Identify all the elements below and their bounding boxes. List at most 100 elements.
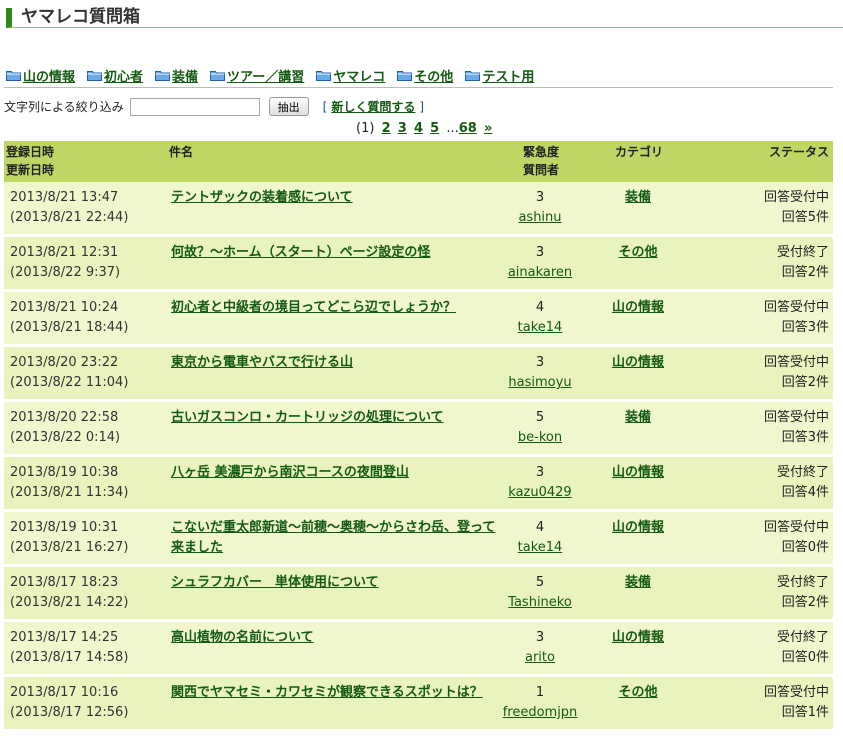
created-date: 2013/8/21 12:31 [10,245,119,260]
header-urgency: 緊急度 [522,145,559,159]
asker-link[interactable]: freedomjpn [503,705,578,720]
category-link[interactable]: ツアー／講習 [210,66,304,85]
urgency-asker-cell: 5 Tashineko [500,565,580,622]
urgency-asker-cell: 5 be-kon [500,400,580,457]
status-cell: 受付終了 回答2件 [696,235,833,292]
question-title-link[interactable]: 関西でヤマセミ・カワセミが観察できるスポットは？ [167,683,483,703]
updated-date: (2013/8/21 11:34) [10,485,129,500]
filter-input[interactable] [129,97,260,116]
answer-count: 回答0件 [781,540,829,555]
category-link[interactable]: 山の情報 [612,355,664,370]
category-link[interactable]: 装備 [155,66,198,85]
category-label: ツアー／講習 [227,70,305,85]
question-title-link[interactable]: テントザックの装着感について [167,188,353,208]
status-text: 回答受付中 [763,190,829,205]
answer-count: 回答1件 [781,705,829,720]
header-created: 登録日時 [6,145,55,159]
category-link[interactable]: テスト用 [465,66,534,85]
status-cell: 受付終了 回答2件 [696,565,833,622]
urgency-asker-cell: 3 hasimoyu [500,345,580,402]
filter-label: 文字列による絞り込み [4,100,124,114]
page-link-5[interactable]: 5 [430,121,439,136]
date-cell: 2013/8/21 13:47 (2013/8/21 22:44) [4,182,167,237]
folder-icon [397,71,413,81]
next-page-link[interactable]: » [484,121,492,136]
category-link[interactable]: ヤマレコ [316,66,385,85]
updated-date: (2013/8/22 11:04) [10,375,129,390]
status-cell: 受付終了回答4件 [696,455,833,512]
question-title-link[interactable]: 古いガスコンロ・カートリッジの処理について [167,408,444,428]
asker-link[interactable]: arito [525,650,555,665]
table-row: 2013/8/20 23:22 (2013/8/22 11:04) 東京から電車やバ… [4,345,833,402]
category-link[interactable]: 装備 [625,410,651,425]
asker-link[interactable]: kazu0429 [508,485,571,500]
category-link[interactable]: 山の情報 [6,66,75,85]
question-title-link[interactable]: 何故？～ホーム（スタート）ページ設定の怪 [167,243,430,263]
category-nav: 山の情報 初心者 装備 ツアー／講習 ヤマレコ その他 テスト用 [6,66,534,85]
category-label: 装備 [172,70,199,85]
asker-link[interactable]: ainakaren [508,265,572,280]
question-title-link[interactable]: シュラフカバー 単体使用について [167,573,379,593]
updated-date: (2013/8/21 22:44) [10,210,129,225]
urgency-asker-cell: 3 arito [500,620,580,677]
title-cell: 古いガスコンロ・カートリッジの処理について [167,400,500,457]
header-urgency-asker: 緊急度 質問者 [500,141,580,182]
date-cell: 2013/8/17 14:25 (2013/8/17 14:58) [4,620,167,677]
status-text: 受付終了 [776,465,829,480]
question-title-link[interactable]: 八ヶ岳 美濃戸から南沢コースの夜間登山 [167,463,409,483]
question-title-link[interactable]: 初心者と中級者の境目ってどこら辺でしょうか？ [167,298,456,318]
date-cell: 2013/8/21 10:24 (2013/8/21 18:44) [4,290,167,347]
category-link[interactable]: 山の情報 [612,300,664,315]
category-link[interactable]: 山の情報 [612,630,664,645]
folder-icon [210,71,226,81]
category-link[interactable]: その他 [397,66,453,85]
updated-date: (2013/8/17 14:58) [10,650,129,665]
urgency-value: 3 [535,630,545,645]
filter-bar: 文字列による絞り込み 抽出 [ 新しく質問する ] [4,97,424,116]
category-link[interactable]: 初心者 [87,66,143,85]
status-text: 回答受付中 [763,300,829,315]
asker-link[interactable]: ashinu [518,210,561,225]
status-text: 回答受付中 [763,685,829,700]
category-link[interactable]: その他 [618,245,657,260]
new-question-link[interactable]: 新しく質問する [331,98,415,115]
category-link[interactable]: 装備 [625,575,651,590]
page-link-4[interactable]: 4 [414,121,423,136]
status-cell: 回答受付中 回答2件 [696,345,833,402]
page-link-last[interactable]: 68 [459,121,477,136]
updated-date: (2013/8/21 14:22) [10,595,129,610]
urgency-value: 3 [535,245,545,260]
category-link[interactable]: 山の情報 [612,465,664,480]
page-link-3[interactable]: 3 [398,121,407,136]
asker-link[interactable]: be-kon [518,430,562,445]
created-date: 2013/8/17 18:23 [10,575,119,590]
header-asker: 質問者 [522,163,559,177]
category-link[interactable]: その他 [618,685,657,700]
question-title-link[interactable]: 高山植物の名前について [167,628,314,648]
asker-link[interactable]: Tashineko [508,595,572,610]
question-title-link[interactable]: こないだ重太郎新道～前穂～奥穂～からさわ岳、登って来ました [167,518,500,558]
category-link[interactable]: 山の情報 [612,520,664,535]
answer-count: 回答2件 [781,265,829,280]
urgency-value: 3 [535,465,545,480]
page-link-2[interactable]: 2 [382,121,391,136]
status-text: 受付終了 [776,630,829,645]
question-title-link[interactable]: 東京から電車やバスで行ける山 [167,353,353,373]
bracket-open: [ [322,99,328,114]
asker-link[interactable]: take14 [518,320,563,335]
asker-link[interactable]: hasimoyu [508,375,571,390]
status-cell: 回答受付中 回答3件 [696,290,833,347]
answer-count: 回答4件 [781,485,829,500]
extract-button[interactable]: 抽出 [268,97,309,116]
urgency-value: 4 [535,300,545,315]
title-cell: 初心者と中級者の境目ってどこら辺でしょうか？ [167,290,500,347]
answer-count: 回答0件 [781,650,829,665]
urgency-value: 1 [535,685,545,700]
asker-link[interactable]: take14 [518,540,563,555]
title-cell: 東京から電車やバスで行ける山 [167,345,500,402]
table-row: 2013/8/21 10:24 (2013/8/21 18:44) 初心者と中級者の… [4,290,833,347]
answer-count: 回答2件 [781,595,829,610]
urgency-value: 5 [535,410,545,425]
category-link[interactable]: 装備 [625,190,651,205]
header-title: 件名 [167,141,500,182]
